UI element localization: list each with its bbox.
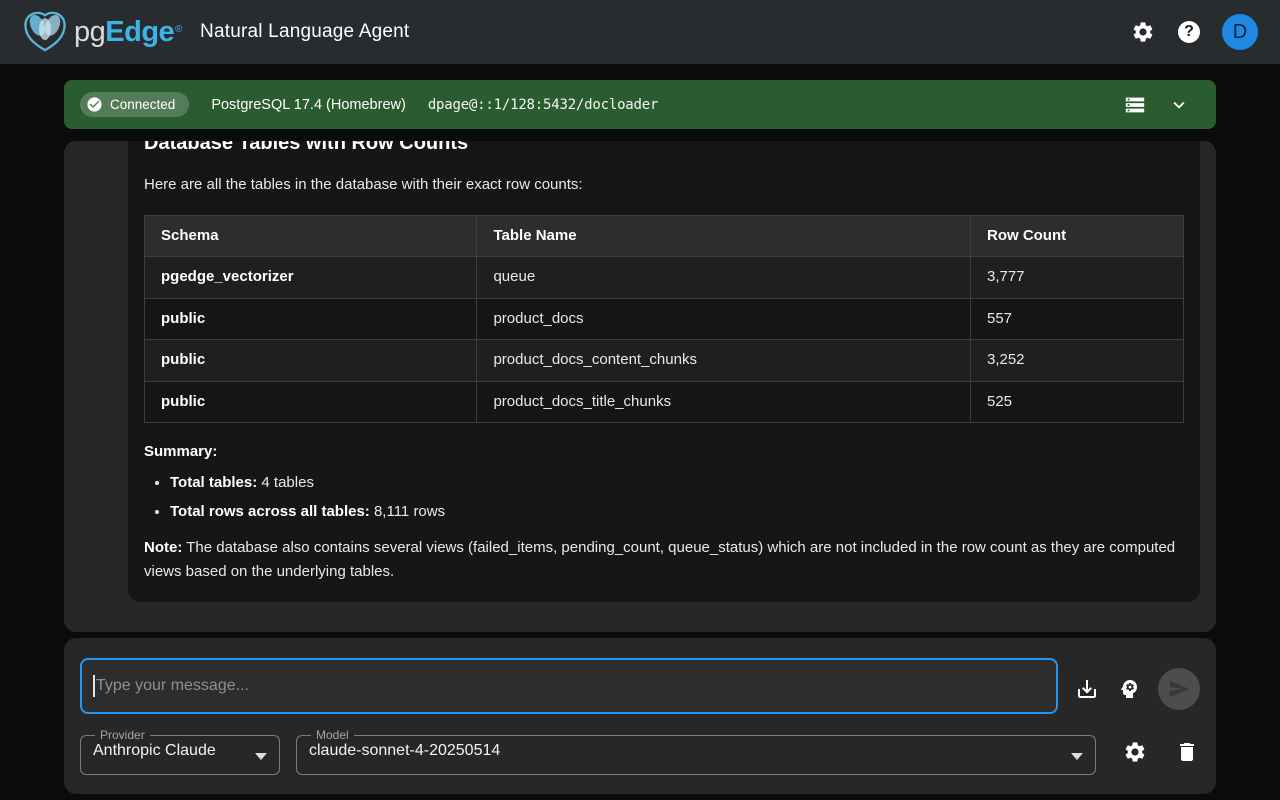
status-label: Connected bbox=[110, 97, 175, 112]
dropdown-caret-icon bbox=[1071, 753, 1083, 760]
summary-list: Total tables: 4 tables Total rows across… bbox=[170, 472, 1184, 524]
gear-icon bbox=[1123, 740, 1147, 764]
cell-schema: public bbox=[145, 340, 477, 382]
bullet-label: Total rows across all tables: bbox=[170, 503, 370, 520]
column-header-table-name: Table Name bbox=[477, 215, 971, 257]
trash-icon bbox=[1175, 740, 1199, 764]
text-cursor bbox=[93, 675, 95, 697]
list-item: Total rows across all tables: 8,111 rows bbox=[170, 501, 1184, 524]
cell-schema: pgedge_vectorizer bbox=[145, 257, 477, 299]
table-row: public product_docs 557 bbox=[145, 298, 1184, 340]
cell-row-count: 3,252 bbox=[970, 340, 1183, 382]
message-intro: Here are all the tables in the database … bbox=[144, 174, 1184, 197]
cell-table-name: product_docs_content_chunks bbox=[477, 340, 971, 382]
composer-panel: Provider Anthropic Claude Model claude-s… bbox=[64, 638, 1216, 794]
thinking-mode-button[interactable] bbox=[1116, 676, 1142, 702]
cell-row-count: 3,777 bbox=[970, 257, 1183, 299]
assistant-message: Database Tables with Row Counts Here are… bbox=[128, 141, 1200, 602]
help-button[interactable]: ? bbox=[1178, 21, 1200, 43]
database-list-icon[interactable] bbox=[1124, 94, 1146, 116]
chat-history-panel[interactable]: Database Tables with Row Counts Here are… bbox=[64, 141, 1216, 632]
gear-icon bbox=[1131, 20, 1155, 44]
row-counts-table: Schema Table Name Row Count pgedge_vecto… bbox=[144, 215, 1184, 424]
table-row: public product_docs_content_chunks 3,252 bbox=[145, 340, 1184, 382]
bullet-value: 8,111 rows bbox=[370, 503, 445, 520]
send-button[interactable] bbox=[1158, 668, 1200, 710]
provider-select[interactable]: Provider Anthropic Claude bbox=[80, 729, 280, 775]
message-input-wrap bbox=[80, 658, 1058, 719]
table-row: public product_docs_title_chunks 525 bbox=[145, 381, 1184, 423]
avatar[interactable]: D bbox=[1222, 14, 1258, 50]
model-settings-button[interactable] bbox=[1122, 739, 1148, 765]
cell-table-name: product_docs bbox=[477, 298, 971, 340]
cell-table-name: product_docs_title_chunks bbox=[477, 381, 971, 423]
psychology-icon bbox=[1117, 677, 1141, 701]
download-chat-button[interactable] bbox=[1074, 676, 1100, 702]
column-header-schema: Schema bbox=[145, 215, 477, 257]
brand-edge: Edge bbox=[105, 16, 174, 49]
dropdown-caret-icon bbox=[255, 753, 267, 760]
brand-registered-mark: ® bbox=[175, 24, 182, 35]
list-item: Total tables: 4 tables bbox=[170, 472, 1184, 495]
clear-chat-button[interactable] bbox=[1174, 739, 1200, 765]
message-input[interactable] bbox=[80, 658, 1058, 714]
question-mark-icon: ? bbox=[1184, 23, 1194, 41]
table-row: pgedge_vectorizer queue 3,777 bbox=[145, 257, 1184, 299]
table-header-row: Schema Table Name Row Count bbox=[145, 215, 1184, 257]
pgedge-heart-icon bbox=[22, 10, 68, 54]
cell-table-name: queue bbox=[477, 257, 971, 299]
cell-row-count: 557 bbox=[970, 298, 1183, 340]
settings-button[interactable] bbox=[1130, 19, 1156, 45]
server-version-label: PostgreSQL 17.4 (Homebrew) bbox=[211, 97, 406, 113]
note-label: Note: bbox=[144, 539, 182, 556]
brand-pg: pg bbox=[74, 16, 105, 49]
column-header-row-count: Row Count bbox=[970, 215, 1183, 257]
page-title: Natural Language Agent bbox=[200, 21, 409, 43]
cell-schema: public bbox=[145, 381, 477, 423]
bullet-value: 4 tables bbox=[257, 474, 314, 491]
model-value: claude-sonnet-4-20250514 bbox=[309, 739, 1083, 763]
model-select[interactable]: Model claude-sonnet-4-20250514 bbox=[296, 729, 1096, 775]
pgedge-logo: pgEdge® bbox=[22, 10, 182, 54]
avatar-letter: D bbox=[1233, 21, 1247, 44]
pgedge-wordmark: pgEdge® bbox=[74, 16, 182, 49]
send-icon bbox=[1168, 678, 1190, 700]
cell-schema: public bbox=[145, 298, 477, 340]
chevron-down-icon[interactable] bbox=[1168, 94, 1190, 116]
cell-row-count: 525 bbox=[970, 381, 1183, 423]
note-text: The database also contains several views… bbox=[144, 539, 1175, 580]
check-circle-icon bbox=[86, 96, 103, 113]
status-badge: Connected bbox=[80, 92, 189, 117]
summary-heading: Summary: bbox=[144, 441, 1184, 464]
download-icon bbox=[1075, 677, 1099, 701]
note-paragraph: Note: The database also contains several… bbox=[144, 536, 1184, 584]
message-heading: Database Tables with Row Counts bbox=[144, 141, 1184, 156]
app-header: pgEdge® Natural Language Agent ? D bbox=[0, 0, 1280, 64]
bullet-label: Total tables: bbox=[170, 474, 257, 491]
provider-value: Anthropic Claude bbox=[93, 739, 267, 763]
connection-string: dpage@::1/128:5432/docloader bbox=[428, 97, 658, 113]
connection-bar: Connected PostgreSQL 17.4 (Homebrew) dpa… bbox=[64, 80, 1216, 129]
